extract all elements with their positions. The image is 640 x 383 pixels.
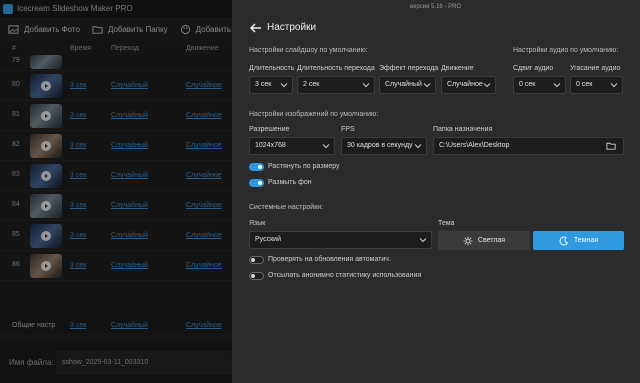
chevron-down-icon: [553, 83, 561, 88]
stretch-label: Растянуть по размеру: [268, 163, 340, 170]
transition-duration-value: 2 сек: [303, 81, 320, 88]
theme-light-button[interactable]: Светлая: [438, 231, 530, 250]
system-section-title: Системные настройки:: [249, 204, 324, 211]
send-stats-label: Отсылать анонимно статистику использован…: [268, 272, 422, 279]
resolution-label: Разрешение: [249, 126, 290, 133]
moon-icon: [559, 236, 569, 245]
audio-fade-select[interactable]: 0 сек: [570, 76, 623, 94]
audio-fade-value: 0 сек: [576, 81, 593, 88]
duration-select[interactable]: 3 сек: [249, 76, 293, 94]
auto-update-toggle[interactable]: [249, 256, 264, 264]
sun-icon: [463, 236, 473, 245]
destination-field[interactable]: C:\Users\Alex\Desktop: [433, 137, 624, 155]
language-label: Язык: [249, 220, 266, 227]
theme-dark-button[interactable]: Темная: [533, 231, 624, 250]
duration-label: Длительность: [249, 65, 295, 72]
toggle-knob: [258, 165, 262, 169]
audio-shift-value: 0 сек: [519, 81, 536, 88]
destination-label: Папка назначения: [433, 126, 493, 133]
transition-duration-select[interactable]: 2 сек: [297, 76, 375, 94]
image-section-title: Настройки изображений по умолчанию:: [249, 111, 379, 118]
toggle-knob: [251, 258, 255, 262]
fps-label: FPS: [341, 126, 355, 133]
settings-title: Настройки: [267, 22, 317, 33]
blur-bg-label: Размыть фон: [268, 179, 312, 186]
transition-duration-label: Длительность перехода: [297, 65, 375, 72]
resolution-value: 1024x768: [255, 142, 286, 149]
version-label: версия 5.16 - PRO: [410, 4, 462, 10]
slideshow-section-title: Настройки слайдшоу по умолчанию:: [249, 47, 368, 54]
language-value: Русский: [255, 236, 281, 243]
stretch-toggle[interactable]: [249, 163, 264, 171]
chevron-down-icon: [419, 238, 427, 243]
duration-value: 3 сек: [255, 81, 272, 88]
chevron-down-icon: [280, 83, 288, 88]
toggle-knob: [258, 181, 262, 185]
toggle-knob: [251, 274, 255, 278]
chevron-down-icon: [423, 83, 431, 88]
motion-value: Случайное: [447, 81, 483, 88]
language-select[interactable]: Русский: [249, 231, 432, 249]
folder-open-icon[interactable]: [606, 141, 617, 151]
chevron-down-icon: [483, 83, 491, 88]
audio-section-title: Настройки аудио по умолчанию:: [513, 47, 619, 54]
audio-shift-select[interactable]: 0 сек: [513, 76, 566, 94]
theme-light-label: Светлая: [477, 237, 506, 244]
chevron-down-icon: [414, 144, 422, 149]
fps-value: 30 кадров в секунду: [347, 142, 413, 149]
destination-value: C:\Users\Alex\Desktop: [439, 142, 510, 149]
fps-select[interactable]: 30 кадров в секунду: [341, 137, 427, 155]
audio-shift-label: Сдвиг аудио: [513, 65, 554, 72]
transition-effect-select[interactable]: Случайный: [379, 76, 436, 94]
send-stats-toggle[interactable]: [249, 272, 264, 280]
back-arrow-icon[interactable]: [249, 21, 263, 35]
theme-dark-label: Темная: [573, 237, 599, 244]
transition-effect-value: Случайный: [385, 81, 422, 88]
theme-label: Тема: [438, 220, 455, 227]
motion-label: Движение: [441, 65, 474, 72]
audio-fade-label: Угасание аудио: [570, 65, 621, 72]
blur-bg-toggle[interactable]: [249, 179, 264, 187]
transition-effect-label: Эффект перехода: [379, 65, 439, 72]
chevron-down-icon: [362, 83, 370, 88]
modal-overlay[interactable]: [0, 0, 232, 383]
motion-select[interactable]: Случайное: [441, 76, 496, 94]
chevron-down-icon: [322, 144, 330, 149]
settings-panel: версия 5.16 - PRO Настройки Настройки сл…: [232, 0, 640, 383]
auto-update-label: Проверять на обновления автоматич.: [268, 256, 391, 263]
resolution-select[interactable]: 1024x768: [249, 137, 335, 155]
chevron-down-icon: [610, 83, 618, 88]
